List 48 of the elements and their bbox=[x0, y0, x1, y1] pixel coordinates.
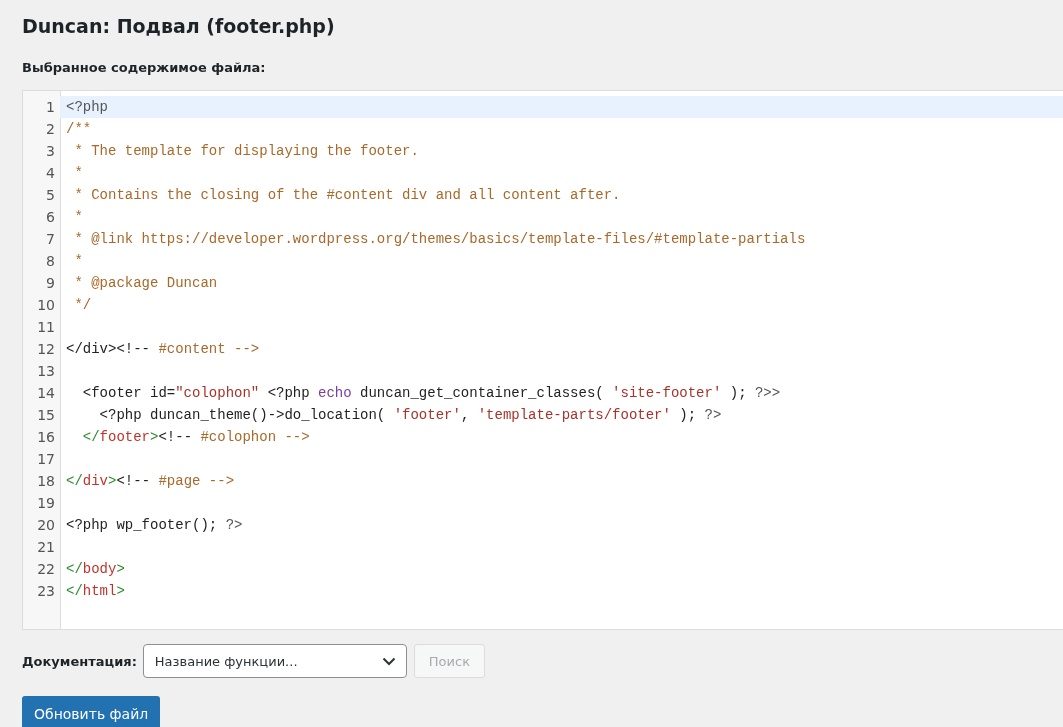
line-number: 16 bbox=[36, 429, 56, 445]
code-line: <?php bbox=[66, 99, 108, 115]
code-line: </footer><!-- #colophon --> bbox=[81, 429, 310, 445]
line-number: 23 bbox=[36, 583, 56, 599]
line-number: 15 bbox=[36, 407, 56, 423]
code-line: </div><!-- #content --> bbox=[66, 341, 260, 357]
code-line: * The template for displaying the footer. bbox=[73, 143, 419, 159]
line-number: 4 bbox=[45, 165, 56, 181]
line-number: 6 bbox=[45, 209, 56, 225]
line-number: 17 bbox=[36, 451, 56, 467]
code-line: <?php wp_footer(); ?> bbox=[66, 517, 243, 533]
page-title: Duncan: Подвал (footer.php) bbox=[22, 14, 336, 39]
line-number: 19 bbox=[36, 495, 56, 511]
line-number: 21 bbox=[36, 539, 56, 555]
line-number: 13 bbox=[36, 363, 56, 379]
code-line: /** bbox=[66, 121, 92, 137]
code-line: <?php duncan_theme()->do_location( 'footer', 'template-parts/footer' ); ?> bbox=[98, 407, 722, 423]
line-number: 9 bbox=[45, 275, 56, 291]
code-line: * @link https://developer.wordpress.org/themes/basics/template-files/#template-partials bbox=[73, 231, 806, 247]
code-editor[interactable] bbox=[22, 90, 1063, 630]
code-line: * Contains the closing of the #content div and all content after. bbox=[73, 187, 621, 203]
code-line: </body> bbox=[66, 561, 125, 577]
code-line: * bbox=[73, 165, 83, 181]
code-line: */ bbox=[73, 297, 92, 313]
code-line: </div><!-- #page --> bbox=[66, 473, 235, 489]
chevron-down-icon bbox=[381, 656, 396, 666]
line-number: 20 bbox=[36, 517, 56, 533]
line-number: 10 bbox=[36, 297, 56, 313]
line-number: 8 bbox=[45, 253, 56, 269]
code-line: </html> bbox=[66, 583, 125, 599]
function-name-select[interactable]: Название функции... bbox=[142, 644, 407, 678]
code-line: * bbox=[73, 253, 83, 269]
code-line: <footer id="colophon" <?php echo duncan_get_container_classes( 'site-footer' ); ?>> bbox=[81, 385, 781, 401]
line-number: 14 bbox=[36, 385, 56, 401]
line-number: 7 bbox=[45, 231, 56, 247]
code-line: * bbox=[73, 209, 83, 225]
line-number: 1 bbox=[45, 99, 56, 115]
line-number: 12 bbox=[36, 341, 56, 357]
editor-label: Выбранное содержимое файла: bbox=[22, 60, 267, 75]
line-number: 18 bbox=[36, 473, 56, 489]
line-number: 11 bbox=[36, 319, 56, 335]
documentation-label: Документация: bbox=[22, 653, 137, 669]
line-number: 5 bbox=[45, 187, 56, 203]
code-line: * @package Duncan bbox=[73, 275, 218, 291]
line-number: 3 bbox=[45, 143, 56, 159]
line-number: 22 bbox=[36, 561, 56, 577]
line-number: 2 bbox=[45, 121, 56, 137]
update-file-button[interactable]: Обновить файл bbox=[22, 696, 161, 727]
